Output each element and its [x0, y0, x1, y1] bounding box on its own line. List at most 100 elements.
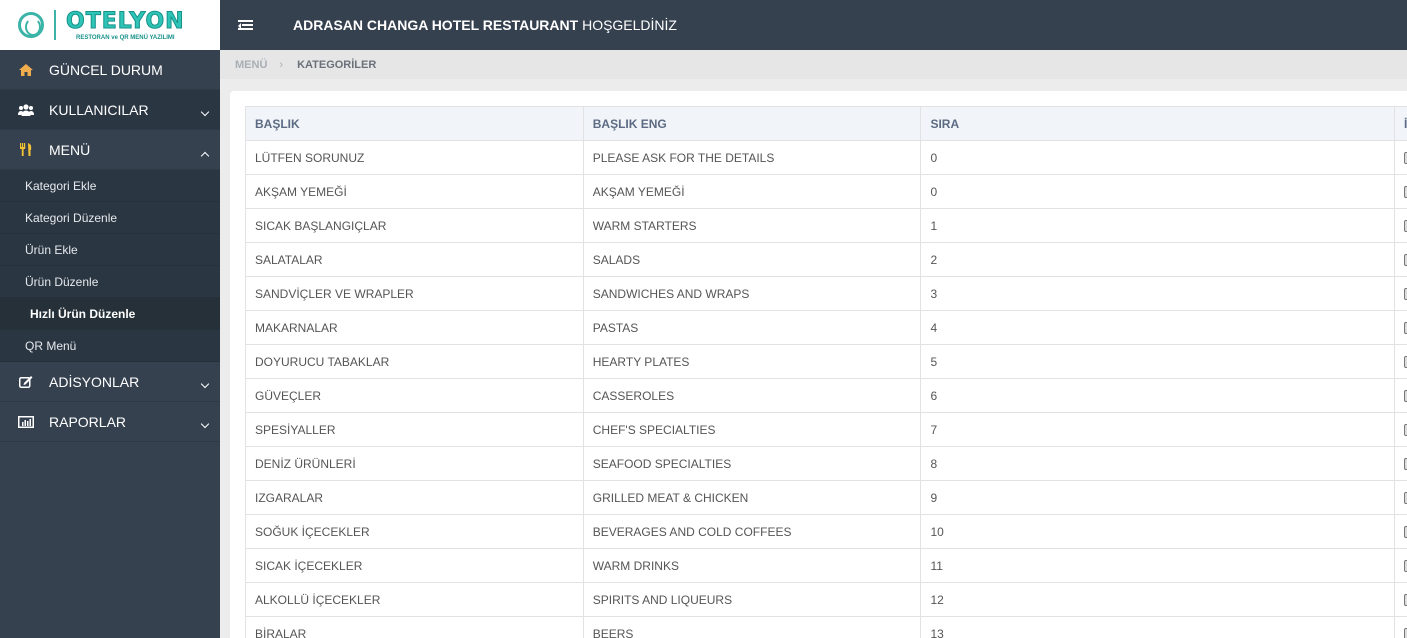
bar-chart-icon: [18, 414, 34, 430]
submenu-item-hizli-urun-duzenle[interactable]: Hızlı Ürün Düzenle: [0, 298, 220, 330]
cell-actions: [1393, 310, 1407, 345]
submenu-item-kategori-duzenle[interactable]: Kategori Düzenle: [0, 202, 220, 234]
cell-baslik-eng: SALADS: [582, 242, 922, 277]
cell-baslik-eng: BEERS: [582, 616, 922, 638]
chevron-down-icon: [200, 419, 210, 429]
welcome-title: ADRASAN CHANGA HOTEL RESTAURANT HOŞGELDİ…: [293, 17, 677, 33]
submenu-item-qr-menu[interactable]: QR Menü: [0, 330, 220, 362]
column-header-islem[interactable]: İ: [1393, 106, 1407, 141]
submenu-item-urun-duzenle[interactable]: Ürün Düzenle: [0, 266, 220, 298]
cell-actions: [1393, 582, 1407, 617]
cell-baslik-eng: AKŞAM YEMEĞİ: [582, 174, 922, 209]
cell-sira: 7: [920, 412, 1395, 447]
cell-actions: [1393, 242, 1407, 277]
cell-actions: [1393, 480, 1407, 515]
cell-baslik-eng: SPIRITS AND LIQUEURS: [582, 582, 922, 617]
sidebar-item-label: RAPORLAR: [49, 413, 127, 430]
logo[interactable]: OTELYON RESTORAN ve QR MENÜ YAZILIMI: [0, 0, 220, 50]
cell-baslik-eng: BEVERAGES AND COLD COFFEES: [582, 514, 922, 549]
cell-sira: 10: [920, 514, 1395, 549]
cell-sira: 1: [920, 208, 1395, 243]
cell-baslik-eng: CASSEROLES: [582, 378, 922, 413]
breadcrumb-separator-icon: ›: [279, 58, 284, 71]
cell-baslik-eng: CHEF'S SPECIALTIES: [582, 412, 922, 447]
cell-sira: 8: [920, 446, 1395, 481]
cell-actions: [1393, 548, 1407, 583]
sidebar-item-label: MENÜ: [49, 141, 91, 158]
cell-sira: 0: [920, 140, 1395, 175]
logo-ring-icon: [18, 12, 44, 38]
cell-actions: [1393, 378, 1407, 413]
hotel-name: ADRASAN CHANGA HOTEL RESTAURANT: [293, 17, 579, 33]
table-row: AKŞAM YEMEĞİ AKŞAM YEMEĞİ 0: [245, 174, 1407, 209]
table-row: IZGARALAR GRILLED MEAT & CHICKEN 9: [245, 480, 1407, 515]
cell-baslik: SICAK İÇECEKLER: [245, 548, 584, 583]
cell-sira: 12: [920, 582, 1395, 617]
column-header-baslik[interactable]: BAŞLIK: [245, 106, 584, 141]
table-row: DOYURUCU TABAKLAR HEARTY PLATES 5: [245, 344, 1407, 379]
breadcrumb: MENÜ › KATEGORİLER: [220, 50, 1407, 79]
cell-sira: 2: [920, 242, 1395, 277]
cell-baslik-eng: PLEASE ASK FOR THE DETAILS: [582, 140, 922, 175]
cutlery-icon: [18, 142, 34, 158]
cell-baslik-eng: SANDWICHES AND WRAPS: [582, 276, 922, 311]
users-icon: [18, 102, 34, 118]
table-row: LÜTFEN SORUNUZ PLEASE ASK FOR THE DETAILS…: [245, 140, 1407, 175]
submenu-item-kategori-ekle[interactable]: Kategori Ekle: [0, 170, 220, 202]
cell-actions: [1393, 174, 1407, 209]
cell-baslik-eng: SEAFOOD SPECIALTIES: [582, 446, 922, 481]
cell-actions: [1393, 276, 1407, 311]
breadcrumb-menu-link[interactable]: MENÜ: [235, 59, 267, 71]
cell-baslik: BİRALAR: [245, 616, 584, 638]
sidebar-item-label: GÜNCEL DURUM: [49, 61, 163, 78]
welcome-text: HOŞGELDİNİZ: [578, 17, 677, 33]
sidebar-item-label: ADİSYONLAR: [49, 373, 140, 390]
cell-sira: 3: [920, 276, 1395, 311]
sidebar-item-kullanicilar[interactable]: KULLANICILAR: [0, 90, 220, 130]
cell-baslik: SALATALAR: [245, 242, 584, 277]
sidebar-item-label: KULLANICILAR: [49, 101, 149, 118]
cell-baslik-eng: WARM STARTERS: [582, 208, 922, 243]
sidebar-item-adisyonlar[interactable]: ADİSYONLAR: [0, 362, 220, 402]
column-header-baslik-eng[interactable]: BAŞLIK ENG: [582, 106, 922, 141]
brand-name: OTELYON: [66, 8, 185, 34]
cell-baslik: DENİZ ÜRÜNLERİ: [245, 446, 584, 481]
cell-baslik: SOĞUK İÇECEKLER: [245, 514, 584, 549]
sidebar-item-menu[interactable]: MENÜ: [0, 130, 220, 170]
sidebar-item-guncel-durum[interactable]: GÜNCEL DURUM: [0, 50, 220, 90]
menu-submenu: Kategori Ekle Kategori Düzenle Ürün Ekle…: [0, 170, 220, 362]
submenu-item-urun-ekle[interactable]: Ürün Ekle: [0, 234, 220, 266]
main-content: BAŞLIK BAŞLIK ENG SIRA İ LÜTFEN SORUNUZ P…: [220, 79, 1407, 638]
column-header-sira[interactable]: SIRA: [920, 106, 1395, 141]
cell-sira: 4: [920, 310, 1395, 345]
cell-baslik-eng: HEARTY PLATES: [582, 344, 922, 379]
cell-actions: [1393, 140, 1407, 175]
cell-baslik: ALKOLLÜ İÇECEKLER: [245, 582, 584, 617]
table-row: MAKARNALAR PASTAS 4: [245, 310, 1407, 345]
table-row: SOĞUK İÇECEKLER BEVERAGES AND COLD COFFEE…: [245, 514, 1407, 549]
cell-baslik: SANDVİÇLER VE WRAPLER: [245, 276, 584, 311]
cell-baslik: IZGARALAR: [245, 480, 584, 515]
breadcrumb-current: KATEGORİLER: [297, 58, 377, 71]
categories-panel: BAŞLIK BAŞLIK ENG SIRA İ LÜTFEN SORUNUZ P…: [230, 91, 1407, 638]
logo-divider: [54, 10, 56, 40]
cell-baslik: GÜVEÇLER: [245, 378, 584, 413]
table-row: BİRALAR BEERS 13: [245, 616, 1407, 638]
cell-sira: 6: [920, 378, 1395, 413]
cell-baslik-eng: GRILLED MEAT & CHICKEN: [582, 480, 922, 515]
table-row: GÜVEÇLER CASSEROLES 6: [245, 378, 1407, 413]
cell-baslik: LÜTFEN SORUNUZ: [245, 140, 584, 175]
cell-baslik-eng: WARM DRINKS: [582, 548, 922, 583]
cell-actions: [1393, 344, 1407, 379]
table-row: SALATALAR SALADS 2: [245, 242, 1407, 277]
cell-sira: 13: [920, 616, 1395, 638]
sidebar-item-raporlar[interactable]: RAPORLAR: [0, 402, 220, 442]
cell-sira: 5: [920, 344, 1395, 379]
cell-baslik: SPESİYALLER: [245, 412, 584, 447]
table-row: SICAK BAŞLANGIÇLAR WARM STARTERS 1: [245, 208, 1407, 243]
categories-table: BAŞLIK BAŞLIK ENG SIRA İ LÜTFEN SORUNUZ P…: [245, 106, 1407, 638]
home-icon: [18, 62, 34, 78]
table-row: DENİZ ÜRÜNLERİ SEAFOOD SPECIALTIES 8: [245, 446, 1407, 481]
hamburger-toggle-icon[interactable]: [238, 19, 253, 31]
cell-baslik: MAKARNALAR: [245, 310, 584, 345]
